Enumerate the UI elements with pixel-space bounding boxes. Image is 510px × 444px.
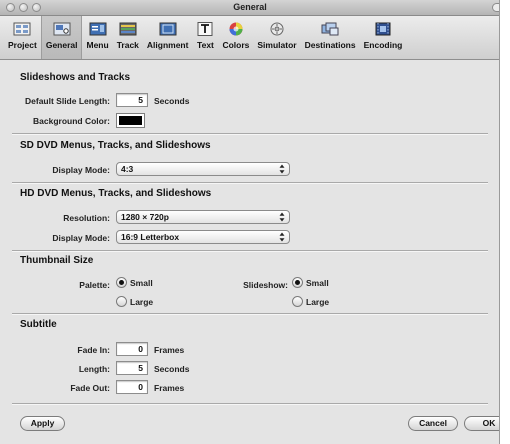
palette-small-radio[interactable]: Small [116,277,153,288]
palette-small-label: Small [130,277,153,288]
default-slide-length-label: Default Slide Length: [25,96,110,106]
slideshow-label: Slideshow: [243,280,288,290]
hd-display-mode-value: 16:9 Letterbox [121,232,180,242]
slideshow-small-label: Small [306,277,329,288]
background-color-label: Background Color: [33,116,110,126]
hd-resolution-label: Resolution: [63,213,110,223]
background-color-swatch [119,116,142,125]
section-heading-slideshows: Slideshows and Tracks [20,72,131,83]
toolbar-label: General [45,40,78,50]
hd-resolution-value: 1280 × 720p [121,212,169,222]
toolbar-label: Destinations [304,40,356,50]
encoding-icon [375,22,391,36]
toolbar-item-track[interactable]: Track [113,16,143,59]
fade-in-field[interactable]: 0 [116,342,148,356]
title-bar: General [0,0,499,16]
toolbar-toggle-button[interactable] [492,3,499,12]
simulator-icon [270,22,284,36]
text-icon [197,22,213,36]
section-heading-hd: HD DVD Menus, Tracks, and Slideshows [20,188,212,199]
chevron-up-down-icon [279,164,285,174]
toolbar-label: Track [116,40,139,50]
section-divider [12,182,488,184]
length-field[interactable]: 5 [116,361,148,375]
section-heading-subtitle: Subtitle [20,319,57,330]
alignment-icon [159,22,177,36]
toolbar-label: Encoding [363,40,403,50]
hd-display-mode-popup[interactable]: 16:9 Letterbox [116,230,290,244]
toolbar-item-project[interactable]: Project [4,16,41,59]
toolbar-label: Menu [86,40,109,50]
fade-out-unit: Frames [154,383,185,393]
palette-label: Palette: [79,280,110,290]
toolbar-item-text[interactable]: Text [192,16,218,59]
preferences-window: General Project General Menu Track Align… [0,0,500,444]
section-divider [12,250,488,252]
default-slide-length-field[interactable]: 5 [116,93,148,107]
sd-display-mode-label: Display Mode: [52,165,110,175]
palette-large-radio[interactable]: Large [116,296,153,307]
project-icon [13,22,31,36]
slideshow-small-radio[interactable]: Small [292,277,329,288]
toolbar-item-menu[interactable]: Menu [82,16,112,59]
fade-out-field[interactable]: 0 [116,380,148,394]
radio-selected-icon [116,277,127,288]
toolbar-label: Text [197,40,214,50]
radio-selected-icon [292,277,303,288]
radio-unselected-icon [292,296,303,307]
apply-button[interactable]: Apply [20,416,65,431]
sd-display-mode-popup[interactable]: 4:3 [116,162,290,176]
toolbar-item-encoding[interactable]: Encoding [360,16,407,59]
ok-button[interactable]: OK [464,416,499,431]
fade-in-label: Fade In: [77,345,110,355]
fade-in-unit: Frames [154,345,185,355]
toolbar-label: Alignment [146,40,189,50]
cancel-button[interactable]: Cancel [408,416,458,431]
slideshow-large-label: Large [306,296,330,307]
colors-icon [229,22,243,36]
toolbar-item-colors[interactable]: Colors [218,16,253,59]
toolbar-label: Colors [222,40,250,50]
toolbar-item-destinations[interactable]: Destinations [301,16,360,59]
section-heading-thumbnail: Thumbnail Size [20,255,94,266]
general-icon [53,22,71,36]
hd-display-mode-label: Display Mode: [52,233,110,243]
track-icon [119,22,137,36]
toolbar-label: Simulator [257,40,297,50]
sd-display-mode-value: 4:3 [121,164,134,174]
general-pane: Slideshows and Tracks Default Slide Leng… [0,61,499,444]
chevron-up-down-icon [279,212,285,222]
default-slide-length-unit: Seconds [154,96,190,106]
toolbar-item-alignment[interactable]: Alignment [143,16,193,59]
toolbar-item-simulator[interactable]: Simulator [253,16,300,59]
destinations-icon [321,22,339,36]
preferences-toolbar: Project General Menu Track Alignment Tex… [0,16,499,60]
radio-unselected-icon [116,296,127,307]
slideshow-large-radio[interactable]: Large [292,296,329,307]
menu-icon [89,22,107,36]
section-divider [12,133,488,135]
palette-large-label: Large [130,296,154,307]
background-color-well[interactable] [116,113,145,128]
window-title: General [233,2,267,12]
length-label: Length: [78,364,110,374]
fade-out-label: Fade Out: [70,383,110,393]
toolbar-item-general[interactable]: General [40,16,83,59]
chevron-up-down-icon [279,232,285,242]
section-heading-sd: SD DVD Menus, Tracks, and Slideshows [20,140,211,151]
toolbar-label: Project [8,40,37,50]
length-unit: Seconds [154,364,190,374]
section-divider [12,313,488,315]
hd-resolution-popup[interactable]: 1280 × 720p [116,210,290,224]
section-divider [12,403,488,405]
